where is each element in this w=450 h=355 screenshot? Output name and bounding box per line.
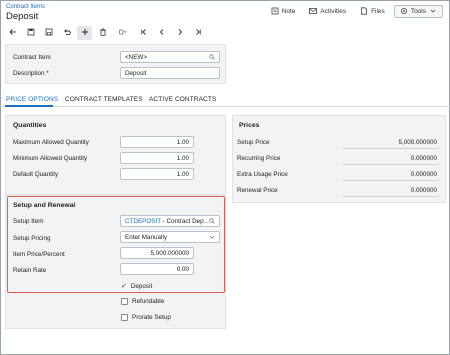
tab-bar: PRICE OPTIONS CONTRACT TEMPLATES ACTIVE … bbox=[1, 93, 450, 107]
save-close-button[interactable] bbox=[23, 26, 38, 40]
header-form: Contract Item <NEW> Description * Deposi… bbox=[5, 44, 226, 84]
extra-usage-price-row: Extra Usage Price 0.000000 bbox=[233, 169, 443, 181]
prorate-setup-checkbox[interactable] bbox=[121, 314, 128, 321]
back-icon bbox=[8, 28, 17, 38]
top-actions: Note Activities Files Tools bbox=[266, 5, 443, 18]
copy-button[interactable] bbox=[113, 26, 133, 40]
contract-item-value: <NEW> bbox=[125, 53, 148, 61]
undo-icon bbox=[63, 28, 71, 38]
prorate-setup-label: Prorate Setup bbox=[132, 314, 171, 321]
note-button[interactable]: Note bbox=[266, 5, 301, 18]
file-icon bbox=[360, 6, 368, 17]
refundable-label: Refundable bbox=[132, 298, 165, 305]
renewal-price-value: 0.000000 bbox=[410, 187, 437, 194]
setup-price-row: Setup Price 5,000.000000 bbox=[233, 137, 443, 149]
active-tab-indicator bbox=[5, 105, 53, 107]
recurring-price-value: 0.000000 bbox=[410, 155, 437, 162]
contract-item-label: Contract Item bbox=[13, 54, 51, 61]
tools-label: Tools bbox=[410, 8, 426, 15]
min-quantity-label: Minimum Allowed Quantity bbox=[13, 155, 88, 162]
copy-icon bbox=[119, 28, 127, 38]
note-label: Note bbox=[281, 8, 296, 15]
default-quantity-field[interactable]: 1.00 bbox=[120, 168, 194, 180]
tab-active-contracts[interactable]: ACTIVE CONTRACTS bbox=[149, 96, 216, 103]
default-quantity-value: 1.00 bbox=[176, 170, 189, 178]
recurring-price-label: Recurring Price bbox=[237, 155, 281, 162]
renewal-price-label: Renewal Price bbox=[237, 187, 278, 194]
previous-record-button[interactable] bbox=[154, 26, 169, 40]
setup-price-label: Setup Price bbox=[237, 139, 270, 146]
default-quantity-label: Default Quantity bbox=[13, 171, 59, 178]
files-label: Files bbox=[371, 8, 385, 15]
min-quantity-value: 1.00 bbox=[176, 154, 189, 162]
description-field[interactable]: Deposit bbox=[120, 67, 220, 79]
tab-contract-templates[interactable]: CONTRACT TEMPLATES bbox=[65, 96, 143, 103]
files-button[interactable]: Files bbox=[355, 5, 390, 18]
contract-item-field[interactable]: <NEW> bbox=[120, 51, 220, 63]
save-close-icon bbox=[27, 28, 35, 38]
last-record-button[interactable] bbox=[190, 26, 205, 40]
highlight-box bbox=[7, 196, 225, 293]
tools-button[interactable]: Tools bbox=[393, 5, 443, 18]
breadcrumb[interactable]: Contract Items bbox=[6, 4, 45, 10]
note-icon bbox=[271, 7, 279, 17]
extra-usage-price-label: Extra Usage Price bbox=[237, 171, 288, 178]
back-button[interactable] bbox=[5, 26, 20, 40]
renewal-price-row: Renewal Price 0.000000 bbox=[233, 185, 443, 197]
add-button[interactable] bbox=[77, 26, 92, 40]
prorate-checkbox-row[interactable]: Prorate Setup bbox=[121, 314, 171, 321]
max-quantity-label: Maximum Allowed Quantity bbox=[13, 139, 89, 146]
toolbar bbox=[5, 26, 205, 40]
min-quantity-field[interactable]: 1.00 bbox=[120, 152, 194, 164]
description-value: Deposit bbox=[125, 69, 147, 77]
save-icon bbox=[45, 28, 53, 38]
quantities-title: Quantities bbox=[13, 122, 47, 129]
delete-icon bbox=[99, 28, 107, 38]
tab-price-options[interactable]: PRICE OPTIONS bbox=[6, 96, 58, 103]
activities-button[interactable]: Activities bbox=[304, 5, 351, 18]
extra-usage-price-value: 0.000000 bbox=[410, 171, 437, 178]
next-record-button[interactable] bbox=[172, 26, 187, 40]
recurring-price-row: Recurring Price 0.000000 bbox=[233, 153, 443, 165]
next-icon bbox=[176, 28, 184, 38]
prices-panel: Prices Setup Price 5,000.000000 Recurrin… bbox=[232, 115, 446, 203]
prices-title: Prices bbox=[239, 122, 260, 129]
search-icon bbox=[209, 54, 215, 60]
description-label: Description * bbox=[13, 70, 49, 77]
first-record-button[interactable] bbox=[136, 26, 151, 40]
refundable-checkbox[interactable] bbox=[121, 298, 128, 305]
activities-label: Activities bbox=[320, 8, 347, 15]
first-icon bbox=[140, 28, 148, 38]
previous-icon bbox=[158, 28, 166, 38]
max-quantity-value: 1.00 bbox=[176, 138, 189, 146]
save-button[interactable] bbox=[41, 26, 56, 40]
setup-price-value: 5,000.000000 bbox=[398, 139, 437, 146]
quantities-panel: Quantities Maximum Allowed Quantity 1.00… bbox=[5, 115, 226, 195]
page-title: Deposit bbox=[6, 11, 39, 22]
refundable-checkbox-row[interactable]: Refundable bbox=[121, 298, 164, 305]
last-icon bbox=[194, 28, 202, 38]
max-quantity-field[interactable]: 1.00 bbox=[120, 136, 194, 148]
gear-icon bbox=[400, 7, 408, 17]
delete-button[interactable] bbox=[95, 26, 110, 40]
window: Contract Items Deposit Note Activities F… bbox=[0, 0, 450, 355]
add-icon bbox=[81, 28, 89, 38]
chevron-down-icon bbox=[429, 7, 437, 17]
undo-button[interactable] bbox=[59, 26, 74, 40]
mail-icon bbox=[309, 7, 318, 17]
